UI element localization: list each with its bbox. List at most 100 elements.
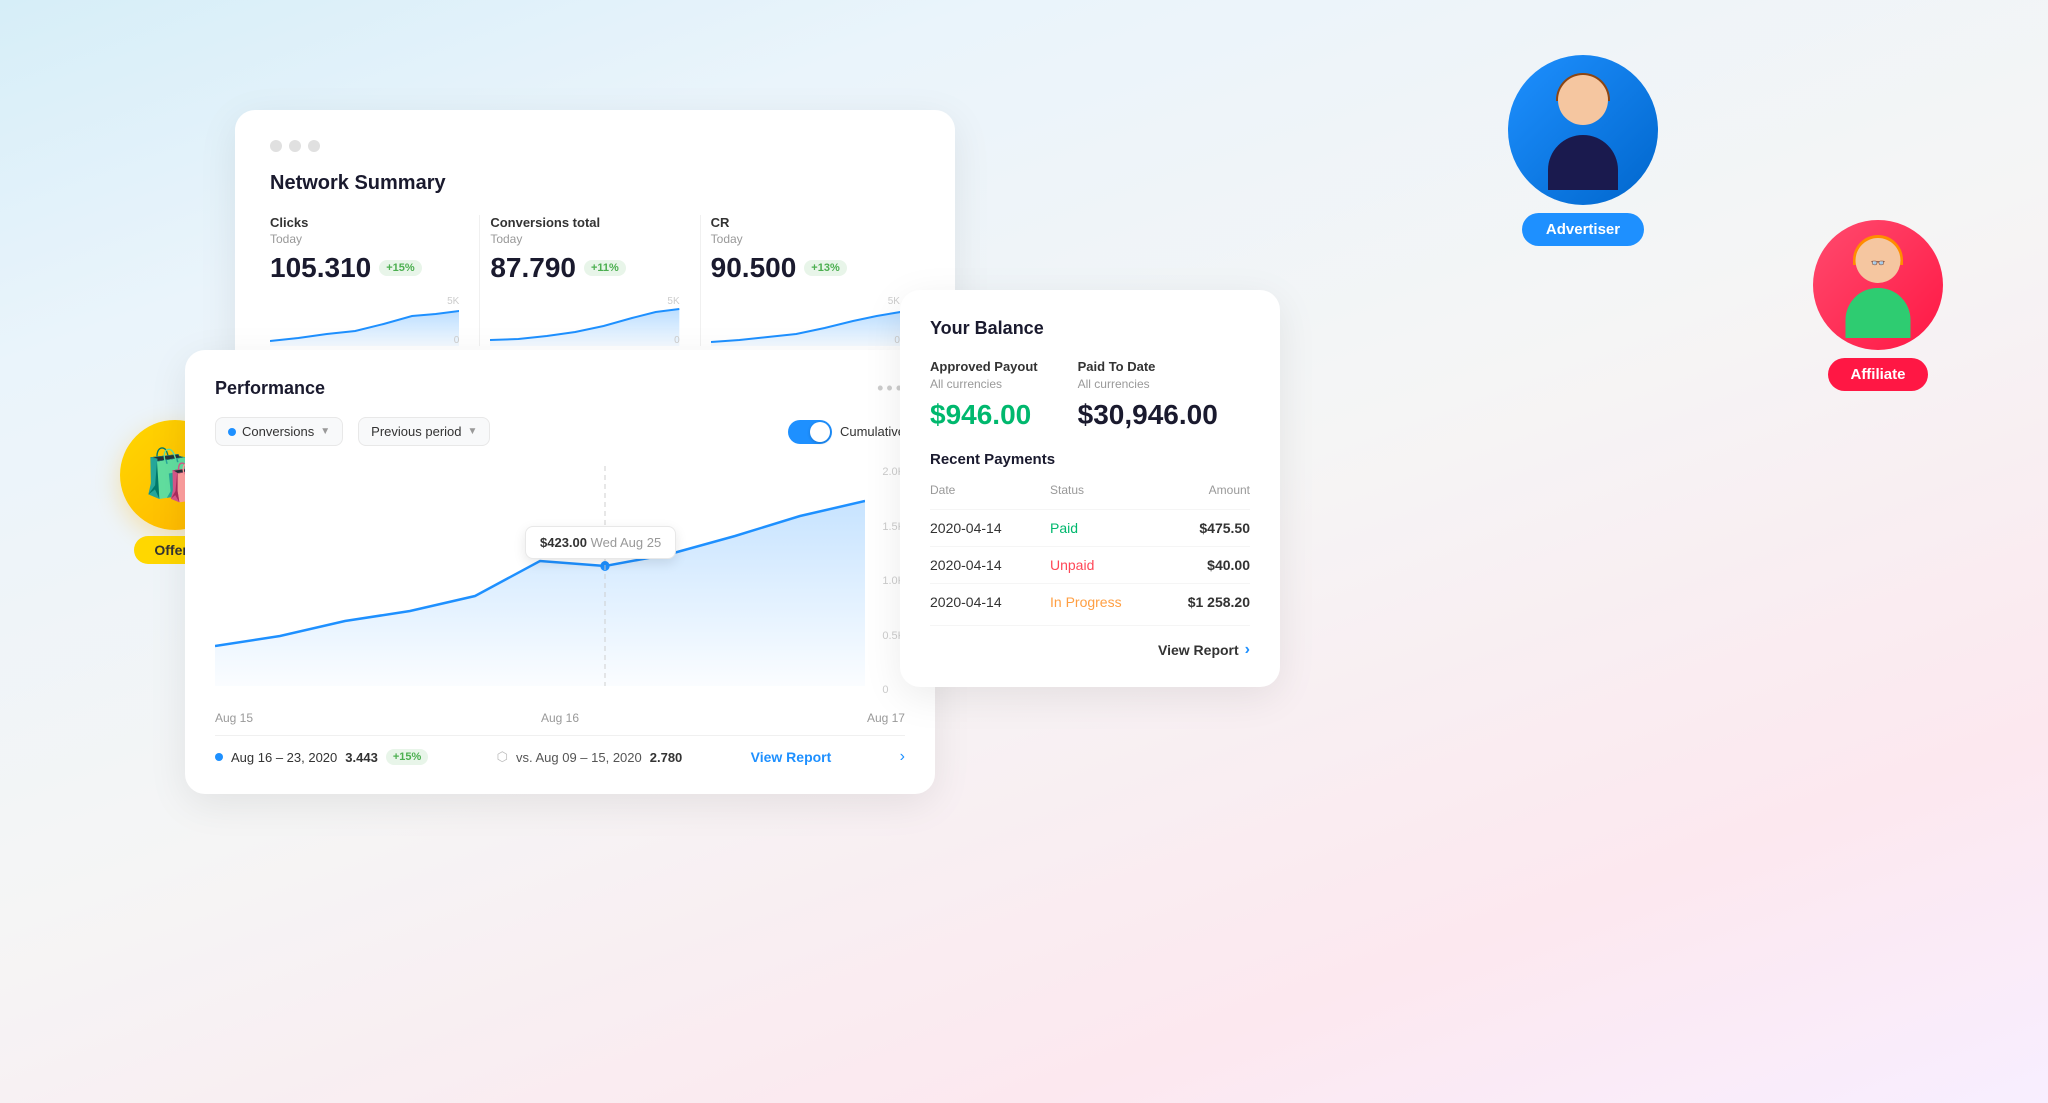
main-chart-svg: [215, 466, 865, 686]
clicks-period: Today: [270, 232, 459, 246]
payment-row-1: 2020-04-14 Paid $475.50: [930, 509, 1250, 546]
payment-date-1: 2020-04-14: [930, 520, 1050, 536]
payment-date-2: 2020-04-14: [930, 557, 1050, 573]
conversions-period: Today: [490, 232, 679, 246]
payment-amount-3: $1 258.20: [1150, 594, 1250, 610]
tooltip-amount: $423.00: [540, 535, 587, 550]
stat-badge: +15%: [386, 749, 428, 765]
network-summary-card: Network Summary Clicks Today 105.310 +15…: [235, 110, 955, 376]
metrics-row: Clicks Today 105.310 +15% 5K: [270, 215, 920, 346]
conversions-chart: 5K 0: [490, 296, 679, 346]
paid-amount: $30,946.00: [1078, 399, 1218, 431]
conversions-value-row: 87.790 +11%: [490, 252, 679, 284]
window-dot-1: [270, 140, 282, 152]
balance-view-report[interactable]: View Report ›: [1158, 641, 1250, 659]
advertiser-head: [1558, 75, 1608, 125]
paid-sub: All currencies: [1078, 377, 1218, 391]
period-chevron-icon: ▼: [468, 426, 478, 437]
approved-sub: All currencies: [930, 377, 1038, 391]
y-axis-0: 0: [882, 684, 905, 696]
clicks-label: Clicks: [270, 215, 459, 230]
payment-amount-1: $475.50: [1150, 520, 1250, 536]
advertiser-avatar-circle: [1508, 55, 1658, 205]
performance-chart: 2.0K 1.5K 1.0K 0.5K 0 $423.00: [215, 466, 905, 696]
performance-filters: Conversions ▼ Previous period ▼ Cumulati…: [215, 417, 905, 446]
x-axis-aug17: Aug 17: [867, 711, 905, 725]
balance-title: Your Balance: [930, 318, 1250, 339]
payment-row-3: 2020-04-14 In Progress $1 258.20: [930, 583, 1250, 620]
period-filter-label: Previous period: [371, 424, 461, 439]
approved-label: Approved Payout: [930, 359, 1038, 374]
payment-status-1: Paid: [1050, 520, 1150, 536]
view-report-text: View Report: [1158, 642, 1239, 658]
affiliate-figure: 👓: [1826, 233, 1931, 338]
glasses-icon: 👓: [1871, 256, 1886, 270]
payment-row-2: 2020-04-14 Unpaid $40.00: [930, 546, 1250, 583]
advertiser-figure: [1523, 70, 1643, 190]
cumulative-label: Cumulative: [840, 424, 905, 439]
tooltip-date: Wed Aug 25: [591, 535, 662, 550]
recent-payments-title: Recent Payments: [930, 451, 1250, 468]
cr-sparkline: [711, 296, 900, 346]
performance-title: Performance: [215, 378, 325, 399]
cr-chart: 5K 0: [711, 296, 900, 346]
payment-date-3: 2020-04-14: [930, 594, 1050, 610]
performance-card: Performance ••• Conversions ▼ Previous p…: [185, 350, 935, 794]
performance-view-report[interactable]: View Report: [751, 749, 832, 765]
affiliate-body: [1846, 288, 1911, 338]
cumulative-toggle[interactable]: [788, 420, 832, 444]
stat-date-range: Aug 16 – 23, 2020: [231, 750, 337, 765]
cr-chart-max: 5K: [888, 296, 900, 307]
col-header-amount: Amount: [1150, 483, 1250, 497]
chart-x-axis: Aug 15 Aug 16 Aug 17: [215, 706, 905, 735]
col-header-status: Status: [1050, 483, 1150, 497]
approved-payout: Approved Payout All currencies $946.00: [930, 359, 1038, 431]
metric-cr: CR Today 90.500 +13% 5K: [701, 215, 920, 346]
view-report-arrow-icon: ›: [1245, 641, 1250, 659]
cumulative-toggle-wrapper: Cumulative: [788, 420, 905, 444]
conversions-chart-max: 5K: [667, 296, 679, 307]
stat-prev-range: vs. Aug 09 – 15, 2020: [516, 750, 642, 765]
window-dot-2: [289, 140, 301, 152]
network-title: Network Summary: [270, 172, 920, 195]
advertiser-section: Advertiser: [1508, 55, 1658, 246]
clicks-badge: +15%: [379, 260, 421, 276]
conversions-chart-min: 0: [674, 335, 680, 346]
perf-stat-vs: ⬡ vs. Aug 09 – 15, 2020 2.780: [497, 749, 683, 765]
affiliate-label[interactable]: Affiliate: [1828, 358, 1927, 391]
period-filter[interactable]: Previous period ▼: [358, 417, 490, 446]
filter-dot: [228, 428, 236, 436]
performance-footer: Aug 16 – 23, 2020 3.443 +15% ⬡ vs. Aug 0…: [215, 735, 905, 766]
stat-dot: [215, 753, 223, 761]
performance-header: Performance •••: [215, 378, 905, 399]
balance-row: Approved Payout All currencies $946.00 P…: [930, 359, 1250, 431]
stat-value: 3.443: [345, 750, 378, 765]
clicks-value: 105.310: [270, 252, 371, 284]
balance-card: Your Balance Approved Payout All currenc…: [900, 290, 1280, 687]
advertiser-label[interactable]: Advertiser: [1522, 213, 1644, 246]
cr-badge: +13%: [804, 260, 846, 276]
conversions-label: Conversions total: [490, 215, 679, 230]
payment-amount-2: $40.00: [1150, 557, 1250, 573]
cr-value: 90.500: [711, 252, 797, 284]
vs-separator: ⬡: [497, 749, 508, 765]
payments-table: Date Status Amount 2020-04-14 Paid $475.…: [930, 483, 1250, 620]
perf-stat-current: Aug 16 – 23, 2020 3.443 +15%: [215, 749, 428, 765]
view-report-arrow: ›: [900, 748, 905, 766]
payments-header: Date Status Amount: [930, 483, 1250, 497]
x-axis-aug15: Aug 15: [215, 711, 253, 725]
paid-to-date: Paid To Date All currencies $30,946.00: [1078, 359, 1218, 431]
paid-label: Paid To Date: [1078, 359, 1218, 374]
conversions-filter[interactable]: Conversions ▼: [215, 417, 343, 446]
toggle-thumb: [810, 422, 830, 442]
clicks-value-row: 105.310 +15%: [270, 252, 459, 284]
cr-value-row: 90.500 +13%: [711, 252, 900, 284]
cr-label: CR: [711, 215, 900, 230]
metric-clicks: Clicks Today 105.310 +15% 5K: [270, 215, 480, 346]
clicks-chart-max: 5K: [447, 296, 459, 307]
window-dot-3: [308, 140, 320, 152]
affiliate-avatar-circle: 👓: [1813, 220, 1943, 350]
cr-period: Today: [711, 232, 900, 246]
clicks-sparkline: [270, 296, 459, 346]
affiliate-section: 👓 Affiliate: [1813, 220, 1943, 391]
